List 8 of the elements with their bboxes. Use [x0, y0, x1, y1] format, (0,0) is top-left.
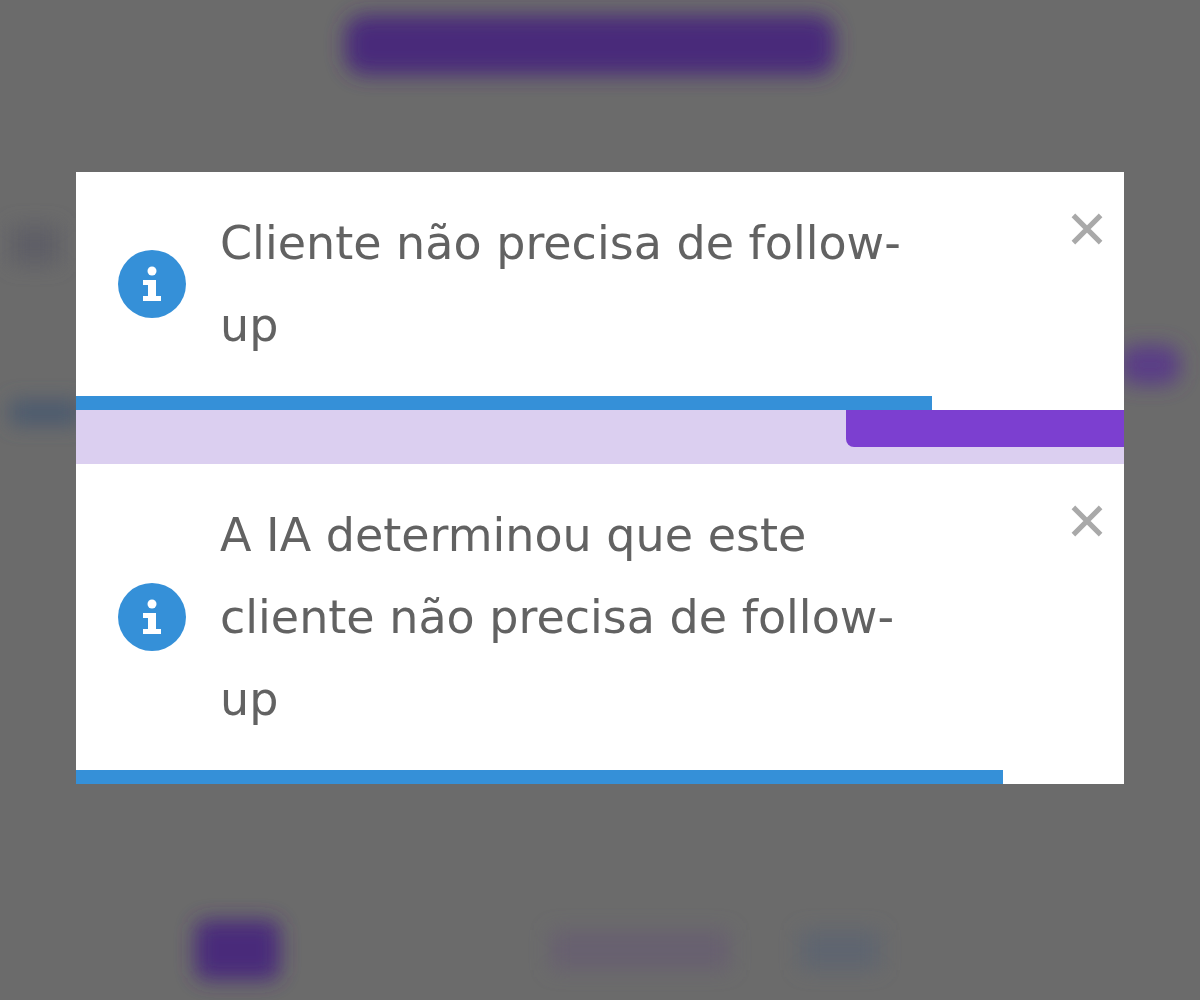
notification-message: Cliente não precisa de follow-up	[220, 215, 902, 354]
close-button[interactable]	[1070, 212, 1104, 246]
close-button[interactable]	[1070, 504, 1104, 538]
notification-message: A IA determinou que este cliente não precisa de follow-up	[220, 507, 895, 728]
info-icon	[118, 250, 186, 318]
close-icon	[1070, 504, 1104, 538]
info-icon	[118, 583, 186, 651]
close-icon	[1070, 212, 1104, 246]
